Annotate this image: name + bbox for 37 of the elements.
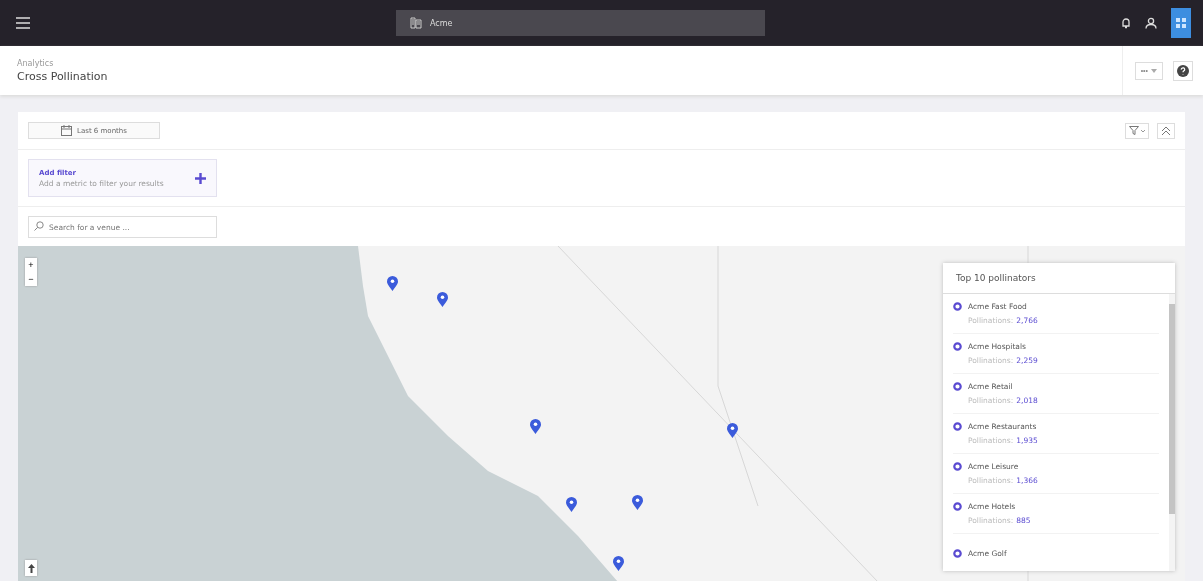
map-pin-icon[interactable] [613,556,624,571]
map-pin-icon[interactable] [566,497,577,512]
page-title: Cross Pollination [17,69,108,83]
map-pin-icon[interactable] [727,423,738,438]
help-icon [1177,64,1189,77]
funnel-icon [1129,125,1145,136]
help-button[interactable] [1173,60,1193,81]
chevrons-up-icon [1161,125,1171,136]
zoom-in-button[interactable]: + [25,258,37,272]
user-icon[interactable] [1145,17,1157,29]
arrow-up-icon [27,563,35,573]
calendar-icon [61,125,73,136]
panel-title: Top 10 pollinators [943,263,1175,294]
ring-icon [953,502,962,511]
ring-icon [953,382,962,391]
building-icon [410,17,422,29]
scrollbar[interactable] [1169,294,1175,571]
map-pin-icon[interactable] [387,276,398,291]
ring-icon [953,549,962,558]
collapse-button[interactable] [1157,122,1175,139]
plus-icon [195,172,206,184]
apps-button[interactable] [1171,8,1191,38]
map-pin-icon[interactable] [530,419,541,434]
caret-icon [1151,68,1157,73]
ring-icon [953,422,962,431]
locate-button[interactable] [25,560,37,576]
ring-icon [953,302,962,311]
ring-icon [953,342,962,351]
map-pin-icon[interactable] [632,495,643,510]
map-pin-icon[interactable] [437,292,448,307]
search-field[interactable]: Acme [396,10,765,36]
filter-dropdown-button[interactable] [1125,122,1149,139]
menu-icon[interactable] [16,17,30,29]
ring-icon [953,462,962,471]
bell-icon[interactable] [1121,17,1131,29]
zoom-out-button[interactable]: − [25,272,37,286]
grid-icon [1176,18,1186,28]
